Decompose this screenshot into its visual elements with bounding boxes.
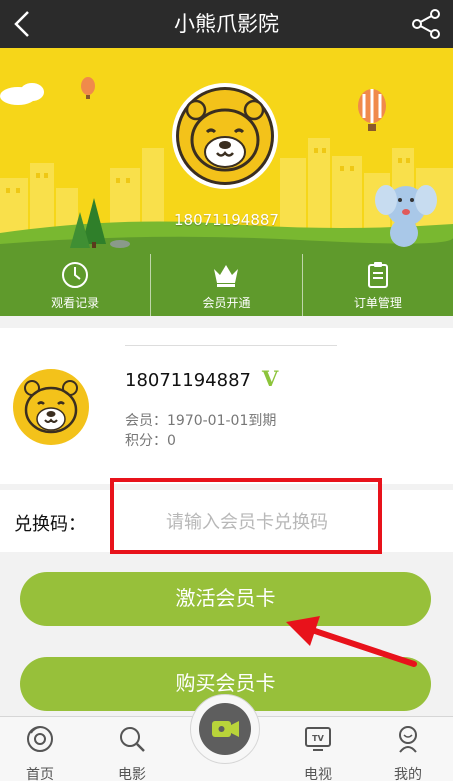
arrow-annotation-icon (286, 616, 417, 667)
order-management-label: 订单管理 (353, 295, 402, 310)
nav-home-label: 首页 (26, 767, 54, 781)
avatar[interactable] (171, 82, 279, 190)
nav-home[interactable]: 首页 (10, 717, 70, 781)
nav-movies[interactable]: 电影 (102, 717, 162, 781)
top-bar: 小熊爪影院 (0, 0, 453, 48)
nav-profile[interactable]: 我的 (378, 717, 438, 781)
app-root: 小熊爪影院 18071194887 观看记录 会员开通 订单管理 1807119… (0, 0, 453, 781)
membership-activate-button[interactable]: 会员开通 (150, 254, 301, 316)
profile-banner: 18071194887 (0, 48, 453, 254)
tv-icon: TV (305, 727, 331, 751)
vip-badge: V (262, 366, 279, 391)
home-icon (27, 726, 53, 752)
nav-center-circle (199, 703, 251, 755)
highlight-annotation-box (110, 478, 382, 554)
membership-expiry: 会员：1970-01-01到期 (125, 413, 277, 429)
order-management-button[interactable]: 订单管理 (301, 254, 453, 316)
page-title: 小熊爪影院 (174, 12, 279, 36)
svg-text:TV: TV (312, 734, 324, 743)
points-balance: 积分：0 (125, 433, 176, 449)
profile-icon (399, 726, 417, 753)
watch-history-label: 观看记录 (51, 295, 100, 310)
search-icon (120, 727, 145, 752)
crown-icon (214, 264, 239, 287)
member-info-card: 18071194887 V 会员：1970-01-01到期 积分：0 (0, 328, 453, 484)
banner-phone-number: 18071194887 (174, 211, 279, 229)
nav-tv-label: 电视 (304, 767, 332, 781)
member-phone-number: 18071194887 (125, 370, 251, 391)
membership-activate-label: 会员开通 (202, 295, 251, 310)
quick-action-bar: 观看记录 会员开通 订单管理 (0, 254, 453, 316)
clipboard-icon (367, 261, 388, 288)
share-icon[interactable] (409, 6, 445, 42)
nav-center-video-button[interactable] (190, 694, 260, 764)
watch-history-button[interactable]: 观看记录 (0, 254, 150, 316)
divider (125, 345, 337, 346)
nav-movies-label: 电影 (118, 767, 146, 781)
video-camera-icon (212, 721, 239, 737)
redeem-code-label: 兑换码： (14, 514, 86, 535)
nav-tv[interactable]: TV 电视 (288, 717, 348, 781)
avatar-small (13, 369, 89, 445)
nav-profile-label: 我的 (394, 767, 422, 781)
clock-icon (62, 261, 89, 288)
